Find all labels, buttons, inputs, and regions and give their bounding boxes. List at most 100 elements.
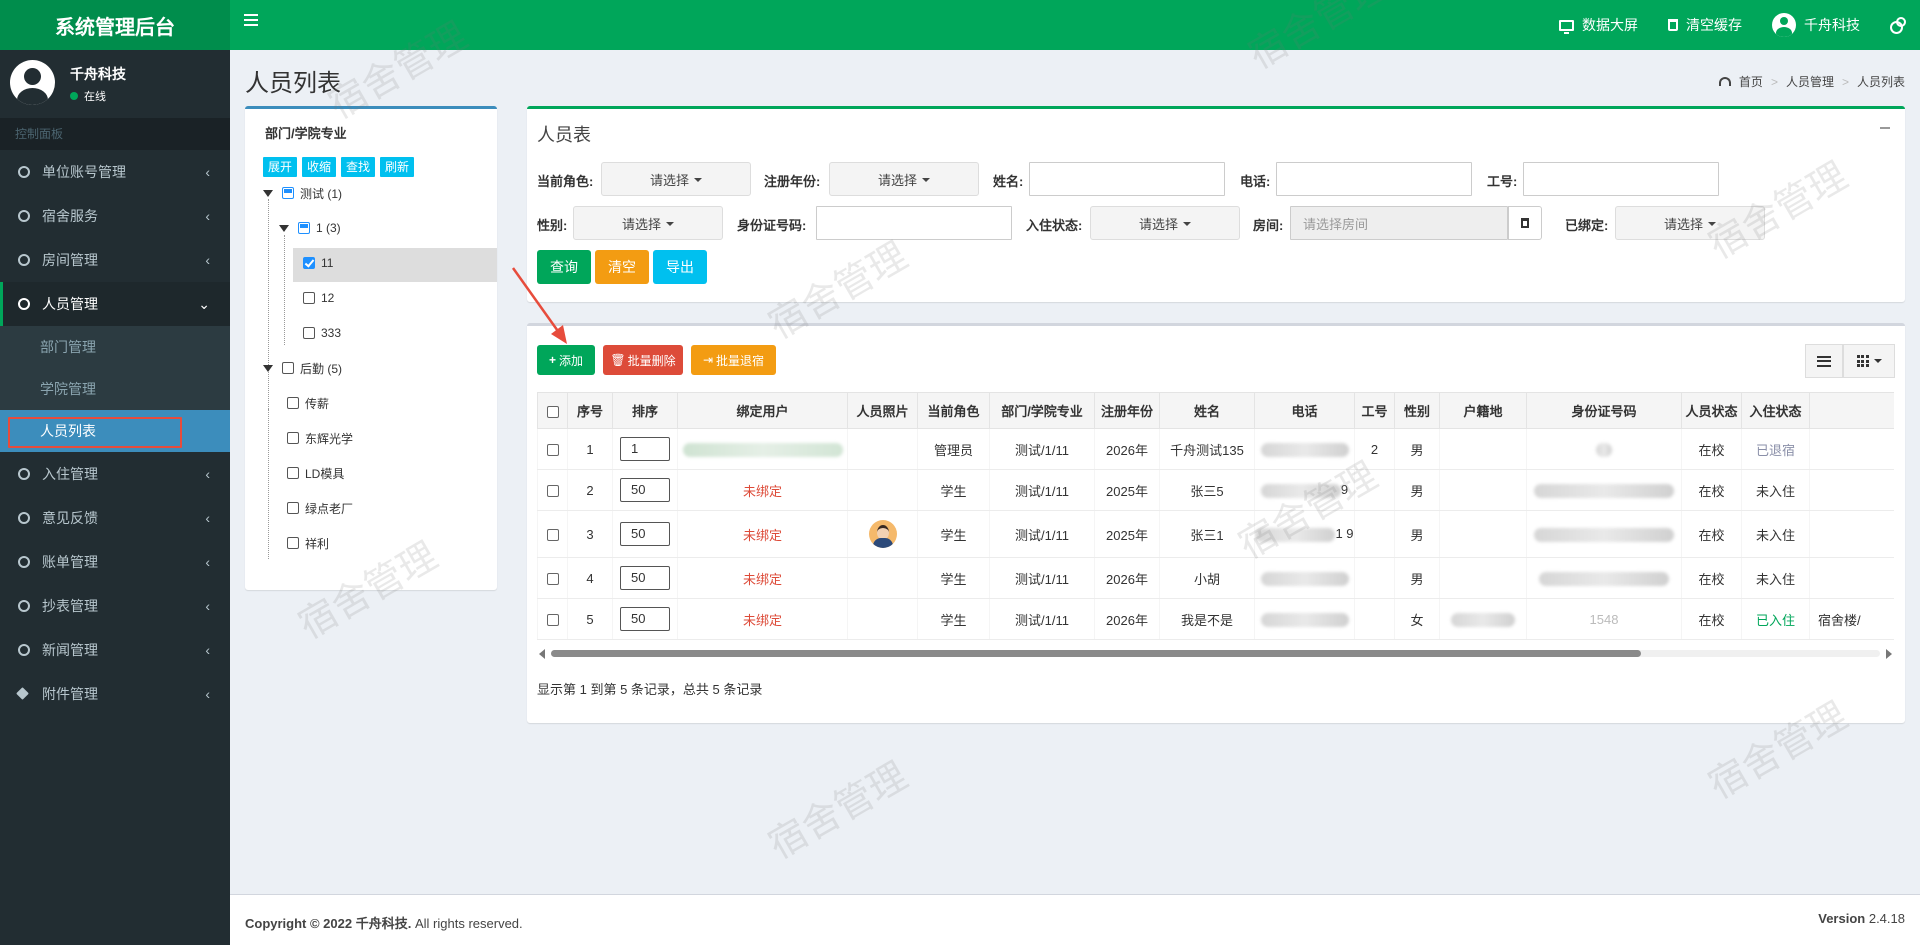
sidebar-item-checkin[interactable]: 入住管理 ‹ [0,452,230,496]
order-input[interactable]: 50 [620,607,670,631]
table-row[interactable]: 5 50 未绑定 学生 测试/1/11 2026年 我是不是 女 1548 在校… [537,598,1894,640]
sidebar-item-personnel[interactable]: 人员管理 ⌄ [0,282,230,326]
phone-input[interactable] [1276,162,1472,196]
select-all-checkbox[interactable] [546,405,559,418]
tree-checkbox[interactable] [303,292,315,304]
sidebar-subitem-colleges[interactable]: 学院管理 [0,368,230,410]
tree-checkbox[interactable] [287,502,299,514]
clear-button[interactable]: 清空 [595,250,649,284]
clear-cache-link[interactable]: 清空缓存 [1668,15,1742,35]
tree-node[interactable]: 测试 (1) [263,183,342,203]
order-input[interactable]: 50 [620,522,670,546]
column-header[interactable] [1809,392,1894,429]
year-select[interactable]: 请选择 [829,162,979,196]
column-header[interactable]: 部门/学院专业 [989,392,1095,429]
column-header[interactable]: 绑定用户 [677,392,848,429]
sidebar-item-meter-reading[interactable]: 抄表管理 ‹ [0,584,230,628]
person-photo[interactable] [868,520,897,548]
tree-checkbox[interactable] [287,537,299,549]
tree-checkbox[interactable] [287,467,299,479]
name-input[interactable] [1029,162,1225,196]
row-checkbox[interactable] [546,485,559,498]
row-checkbox[interactable] [546,573,559,586]
tree-collapse-button[interactable]: 收缩 [302,157,337,177]
column-header[interactable]: 姓名 [1159,392,1255,429]
tree-node-selected[interactable]: 11 [303,253,333,273]
select-all-header[interactable] [537,392,568,429]
column-header[interactable]: 电话 [1254,392,1355,429]
column-header[interactable]: 人员照片 [847,392,918,429]
column-header[interactable]: 性别 [1394,392,1440,429]
order-input[interactable]: 1 [620,437,670,461]
column-header[interactable]: 户籍地 [1439,392,1527,429]
gears-icon[interactable] [1890,17,1906,34]
tree-node[interactable]: 后勤 (5) [263,358,342,378]
sidebar-item-dorm-service[interactable]: 宿舍服务 ‹ [0,194,230,238]
tree-checkbox[interactable] [282,187,294,199]
id-no-input[interactable] [816,206,1012,240]
table-row[interactable]: 4 50 未绑定 学生 测试/1/11 2026年 小胡 男 在校 未入住 [537,557,1894,599]
bound-select[interactable]: 请选择 [1615,206,1765,240]
sidebar-item-rooms[interactable]: 房间管理 ‹ [0,238,230,282]
user-menu[interactable]: 千舟科技 [1772,13,1860,37]
scroll-thumb[interactable] [551,650,1641,657]
column-header[interactable]: 注册年份 [1094,392,1160,429]
caret-down-icon[interactable] [263,189,273,197]
sidebar-item-bills[interactable]: 账单管理 ‹ [0,540,230,584]
sidebar-subitem-personnel-list[interactable]: 人员列表 [0,410,230,452]
column-header[interactable]: 序号 [567,392,613,429]
work-no-input[interactable] [1523,162,1719,196]
export-button[interactable]: 导出 [653,250,707,284]
room-clear-button[interactable] [1508,206,1542,240]
tree-find-button[interactable]: 查找 [341,157,376,177]
toggle-view-button[interactable] [1805,344,1843,378]
column-header[interactable]: 身份证号码 [1526,392,1682,429]
row-checkbox[interactable] [546,444,559,457]
tree-node[interactable]: 绿点老厂 [287,498,353,518]
column-header[interactable]: 人员状态 [1681,392,1742,429]
data-screen-link[interactable]: 数据大屏 [1559,15,1638,35]
breadcrumb-personnel[interactable]: 人员管理 [1786,73,1834,90]
order-input[interactable]: 50 [620,566,670,590]
tree-node[interactable]: 1 (3) [279,218,341,238]
checkin-select[interactable]: 请选择 [1090,206,1240,240]
sidebar-subitem-departments[interactable]: 部门管理 [0,326,230,368]
scroll-left-icon[interactable] [539,649,545,659]
add-button[interactable]: + 添加 [537,345,595,375]
row-checkbox[interactable] [546,529,559,542]
table-row[interactable]: 1 1 管理员 测试/1/11 2026年 千舟测试135 2 男 在校 已退宿 [537,428,1894,470]
collapse-icon[interactable] [1880,127,1890,129]
horizontal-scrollbar[interactable] [537,646,1894,660]
copyright-company[interactable]: 千舟科技. [356,916,412,931]
column-header[interactable]: 入住状态 [1741,392,1810,429]
tree-checkbox[interactable] [287,432,299,444]
columns-dropdown-button[interactable] [1843,344,1895,378]
tree-node[interactable]: LD模具 [287,463,344,483]
tree-node[interactable]: 333 [303,323,341,343]
order-input[interactable]: 50 [620,478,670,502]
tree-checkbox[interactable] [282,362,294,374]
sidebar-item-unit-accounts[interactable]: 单位账号管理 ‹ [0,150,230,194]
sidebar-item-feedback[interactable]: 意见反馈 ‹ [0,496,230,540]
column-header[interactable]: 工号 [1354,392,1395,429]
app-logo[interactable]: 系统管理后台 [0,0,230,50]
tree-node[interactable]: 祥利 [287,533,329,553]
table-row[interactable]: 2 50 未绑定 学生 测试/1/11 2025年 张三5 9 男 在校 未入住 [537,469,1894,511]
room-input[interactable]: 请选择房间 [1290,206,1508,240]
batch-checkout-button[interactable]: ⇥ 批量退宿 [691,345,776,375]
tree-checkbox[interactable] [287,397,299,409]
sidebar-toggle-icon[interactable] [244,13,258,27]
tree-checkbox[interactable] [303,257,315,269]
gender-select[interactable]: 请选择 [573,206,723,240]
tree-expand-button[interactable]: 展开 [263,157,298,177]
sidebar-item-attachments[interactable]: 附件管理 ‹ [0,672,230,716]
tree-checkbox[interactable] [303,327,315,339]
tree-node[interactable]: 12 [303,288,334,308]
scroll-right-icon[interactable] [1886,649,1892,659]
batch-delete-button[interactable]: 🗑 批量删除 [603,345,683,375]
sidebar-item-news[interactable]: 新闻管理 ‹ [0,628,230,672]
column-header[interactable]: 当前角色 [917,392,990,429]
tree-node[interactable]: 东辉光学 [287,428,353,448]
role-select[interactable]: 请选择 [601,162,751,196]
breadcrumb-home[interactable]: 首页 [1739,73,1763,90]
